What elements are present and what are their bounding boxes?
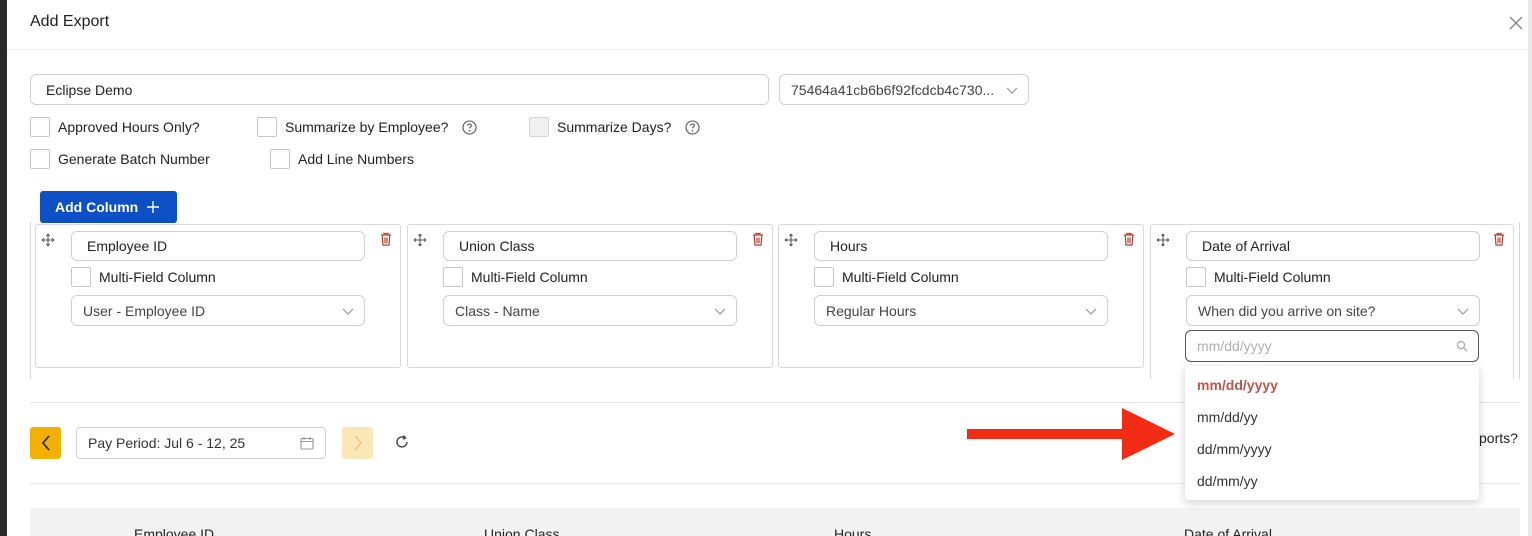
multi-field-checkbox[interactable]	[814, 267, 834, 287]
approved-hours-label: Approved Hours Only?	[58, 119, 200, 135]
column-card-employee-id: Employee ID Multi-Field Column User - Em…	[35, 224, 401, 368]
calendar-icon	[300, 437, 314, 450]
preview-header-cell: Union Class	[484, 526, 560, 536]
date-format-placeholder: mm/dd/yyyy	[1197, 338, 1272, 354]
multi-field-option[interactable]: Multi-Field Column	[71, 267, 216, 287]
column-source-value: Regular Hours	[826, 302, 917, 319]
column-name-input[interactable]: Date of Arrival	[1186, 231, 1480, 261]
summarize-days-checkbox[interactable]	[529, 117, 549, 137]
column-name-input[interactable]: Union Class	[443, 231, 737, 261]
chevron-down-icon	[1006, 87, 1018, 94]
chevron-down-icon	[1085, 308, 1097, 315]
chevron-right-icon	[353, 435, 362, 451]
drag-handle-icon[interactable]	[1156, 233, 1170, 247]
approved-hours-option[interactable]: Approved Hours Only?	[30, 117, 200, 137]
pay-period-picker[interactable]: Pay Period: Jul 6 - 12, 25	[76, 427, 326, 459]
batch-number-label: Generate Batch Number	[58, 151, 210, 167]
chevron-left-icon	[41, 435, 50, 451]
export-name-input[interactable]: Eclipse Demo	[30, 74, 769, 105]
chevron-down-icon	[342, 308, 354, 315]
column-source-select[interactable]: Regular Hours	[814, 295, 1108, 326]
multi-field-label: Multi-Field Column	[99, 269, 216, 285]
batch-number-option[interactable]: Generate Batch Number	[30, 149, 210, 169]
trash-icon[interactable]	[1493, 232, 1505, 246]
drag-handle-icon[interactable]	[413, 233, 427, 247]
summarize-days-option[interactable]: Summarize Days?	[529, 117, 700, 137]
multi-field-option[interactable]: Multi-Field Column	[443, 267, 588, 287]
pay-period-value: Pay Period: Jul 6 - 12, 25	[88, 435, 246, 451]
plus-icon	[147, 201, 160, 213]
background-strip	[0, 0, 7, 536]
chevron-down-icon	[1457, 308, 1469, 315]
modal-header: Add Export	[7, 0, 1528, 50]
date-format-option[interactable]: mm/dd/yy	[1185, 401, 1479, 433]
close-icon	[1509, 16, 1523, 30]
multi-field-option[interactable]: Multi-Field Column	[814, 267, 959, 287]
batch-number-checkbox[interactable]	[30, 149, 50, 169]
summarize-employee-checkbox[interactable]	[257, 117, 277, 137]
help-icon[interactable]	[462, 119, 477, 135]
refresh-button[interactable]	[394, 434, 410, 453]
multi-field-label: Multi-Field Column	[1214, 269, 1331, 285]
template-select[interactable]: 75464a41cb6b6f92fcdcb4c730...	[779, 74, 1029, 105]
partial-label: ports?	[1479, 430, 1518, 446]
template-select-value: 75464a41cb6b6f92fcdcb4c730...	[791, 81, 995, 98]
trash-icon[interactable]	[380, 232, 392, 246]
multi-field-label: Multi-Field Column	[471, 269, 588, 285]
trash-icon[interactable]	[1123, 232, 1135, 246]
line-numbers-label: Add Line Numbers	[298, 151, 414, 167]
annotation-arrow-icon	[967, 408, 1175, 460]
column-source-select[interactable]: Class - Name	[443, 295, 737, 326]
add-column-label: Add Column	[55, 199, 139, 215]
next-period-button[interactable]	[342, 427, 373, 459]
preview-header-cell: Date of Arrival	[1184, 526, 1272, 536]
preview-header-cell: Hours	[834, 526, 872, 536]
multi-field-checkbox[interactable]	[71, 267, 91, 287]
preview-header-cell: Employee ID	[134, 526, 215, 536]
help-icon[interactable]	[685, 119, 700, 135]
column-name-input[interactable]: Hours	[814, 231, 1108, 261]
approved-hours-checkbox[interactable]	[30, 117, 50, 137]
column-card-hours: Hours Multi-Field Column Regular Hours	[778, 224, 1144, 368]
column-source-value: Class - Name	[455, 302, 540, 319]
drag-handle-icon[interactable]	[41, 233, 55, 247]
preview-table-header: Employee ID Union Class Hours Date of Ar…	[30, 508, 1520, 536]
multi-field-checkbox[interactable]	[443, 267, 463, 287]
column-card-union-class: Union Class Multi-Field Column Class - N…	[407, 224, 773, 368]
date-format-search[interactable]: mm/dd/yyyy	[1185, 330, 1479, 362]
column-source-select[interactable]: User - Employee ID	[71, 295, 365, 326]
column-name-input[interactable]: Employee ID	[71, 231, 365, 261]
date-format-option[interactable]: dd/mm/yyyy	[1185, 433, 1479, 465]
line-numbers-checkbox[interactable]	[270, 149, 290, 169]
column-source-select[interactable]: When did you arrive on site?	[1186, 295, 1480, 326]
modal-title: Add Export	[30, 13, 110, 30]
search-icon	[1456, 340, 1468, 352]
multi-field-checkbox[interactable]	[1186, 267, 1206, 287]
drag-handle-icon[interactable]	[784, 233, 798, 247]
previous-period-button[interactable]	[30, 427, 61, 459]
date-format-option-selected[interactable]: mm/dd/yyyy	[1185, 369, 1479, 401]
summarize-employee-option[interactable]: Summarize by Employee?	[257, 117, 477, 137]
date-format-option[interactable]: dd/mm/yy	[1185, 465, 1479, 497]
chevron-down-icon	[714, 308, 726, 315]
multi-field-label: Multi-Field Column	[842, 269, 959, 285]
scrollbar-track[interactable]	[1528, 0, 1532, 536]
column-source-value: User - Employee ID	[83, 302, 206, 319]
summarize-days-label: Summarize Days?	[557, 119, 672, 135]
multi-field-option[interactable]: Multi-Field Column	[1186, 267, 1331, 287]
refresh-icon	[396, 435, 408, 448]
line-numbers-option[interactable]: Add Line Numbers	[270, 149, 414, 169]
column-source-value: When did you arrive on site?	[1198, 302, 1376, 319]
close-button[interactable]	[1505, 12, 1527, 34]
date-format-dropdown: mm/dd/yyyy mm/dd/yy dd/mm/yyyy dd/mm/yy	[1185, 366, 1479, 500]
add-column-button[interactable]: Add Column	[40, 191, 177, 223]
summarize-employee-label: Summarize by Employee?	[285, 119, 449, 135]
trash-icon[interactable]	[752, 232, 764, 246]
